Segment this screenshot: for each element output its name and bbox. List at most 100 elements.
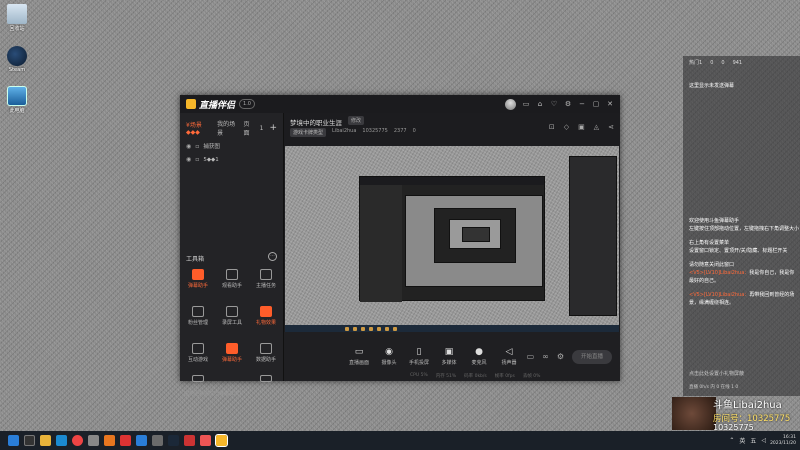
go-live-button[interactable]: 开始直播 (572, 349, 612, 364)
app-icon[interactable] (120, 435, 131, 446)
clock[interactable]: 16:31 2023/11/20 (770, 435, 796, 447)
camera-overlay (672, 397, 716, 430)
bell-icon[interactable]: ◬ (594, 123, 599, 131)
streaming-app-taskbar-icon[interactable] (215, 434, 228, 447)
preview-capture-nested (405, 195, 543, 287)
record-icon[interactable]: ▭ (527, 352, 535, 361)
tool-item[interactable]: 弹幕助手 (184, 269, 212, 289)
eye-icon[interactable]: ◉ (186, 156, 191, 163)
source-item[interactable]: ◉ ▫ 5◆◆1 (180, 153, 283, 166)
screen-share-button[interactable]: ▭ 直播画面 (344, 347, 374, 366)
toolbox-more-button[interactable]: ··· (268, 252, 277, 261)
link-icon[interactable]: ∞ (542, 352, 549, 361)
chat-footer-stats: 直播 0h/s 内 0 在线 1 0 (689, 385, 739, 390)
watermark-line-1: 斗鱼Libai2hua (713, 400, 782, 411)
clock-date: 2023/11/20 (770, 440, 796, 446)
heart-icon[interactable]: ♡ (550, 100, 558, 108)
tool-item[interactable] (252, 375, 280, 384)
user-avatar[interactable] (505, 98, 516, 110)
scene-count: 1 (259, 124, 264, 132)
media-button[interactable]: ▣ 多媒体 (434, 347, 464, 366)
tool-label: 互动游戏 (187, 357, 208, 363)
lock-icon[interactable]: ▫ (195, 156, 199, 163)
close-icon[interactable]: ✕ (606, 100, 614, 108)
edge-icon[interactable] (56, 435, 67, 446)
tool-icon (260, 269, 272, 280)
shop-icon[interactable]: ⊡ (549, 123, 555, 131)
chrome-icon[interactable] (72, 435, 83, 446)
speaker-button[interactable]: ◁ 扬声器 (494, 347, 524, 366)
chat-text: 欢迎使用斗鱼弹幕助手 (689, 218, 740, 224)
tool-item[interactable]: 主播任务 (252, 269, 280, 289)
tool-icon (192, 306, 204, 317)
add-scene-button[interactable]: + (269, 123, 277, 133)
steam-desktop-icon[interactable]: Steam (4, 46, 30, 73)
tool-item[interactable]: 数据助手 (252, 343, 280, 363)
tool-item[interactable]: 粉丝管理 (184, 306, 212, 326)
start-icon[interactable] (8, 435, 19, 446)
tab-my-scene[interactable]: 我的场景 (217, 119, 237, 137)
tool-item[interactable]: 录屏工具 (218, 306, 246, 326)
tab-page[interactable]: 页面 (243, 119, 253, 137)
app-icon[interactable] (136, 435, 147, 446)
chat-message: 左键按住顶部拖动位置，左键拖拽右下角调整大小 (689, 226, 799, 234)
windows-taskbar: ⌃ 英 五 ◁ 16:31 2023/11/20 (0, 431, 800, 450)
screen-share-icon: ▭ (354, 347, 364, 357)
gift-icon[interactable]: ▣ (578, 123, 585, 131)
explorer-icon[interactable] (40, 435, 51, 446)
gear-icon[interactable]: ⚙ (557, 352, 564, 361)
chat-text: 设置窗口锁定、置顶开/关/隐藏、标题栏开关 (689, 248, 788, 254)
search-icon[interactable] (24, 435, 35, 446)
danmaku-chat-panel[interactable]: 热门1 0 0 941 这里显示未发送弹幕 欢迎使用斗鱼弹幕助手 左键按住顶部拖… (683, 56, 800, 396)
speaker-icon: ◁ (505, 347, 513, 357)
recycle-bin-desktop-icon[interactable]: 回收站 (4, 4, 30, 32)
chat-fans: 0 (710, 59, 714, 66)
tool-label: 礼物效果 (255, 320, 276, 326)
tool-item[interactable] (184, 375, 212, 384)
edit-title-button[interactable]: 修改 (348, 116, 365, 125)
camera-icon: ◉ (385, 347, 393, 357)
phone-cast-button[interactable]: ▯ 手机投屏 (404, 347, 434, 366)
version-badge[interactable]: 1.0 (239, 99, 255, 109)
stream-preview[interactable] (285, 146, 619, 332)
chat-input-hint[interactable]: 点击此处设置小礼物屏蔽 (689, 370, 744, 377)
chat-message: 请勿随意关闭此窗口 (689, 262, 799, 270)
monitor-app-desktop-icon[interactable]: 此电脑 (4, 86, 30, 114)
lock-icon[interactable]: ▫ (195, 143, 199, 150)
tool-item[interactable]: 互动游戏 (184, 343, 212, 363)
camera-button[interactable]: ◉ 摄像头 (374, 347, 404, 366)
tool-icon (260, 306, 272, 317)
app-icon[interactable] (184, 435, 195, 446)
tool-item[interactable]: 弹幕助手 (218, 343, 246, 363)
source-item[interactable]: ◉ ▫ 捕获图 (180, 139, 283, 153)
share-icon[interactable]: ⋖ (608, 123, 614, 131)
message-icon[interactable]: ▭ (522, 100, 530, 108)
tray-label[interactable]: 五 (750, 436, 756, 445)
shirt-icon[interactable]: ⌂ (536, 100, 544, 108)
room-category[interactable]: 游戏卡牌类型 (290, 128, 327, 137)
volume-icon[interactable]: ◁ (761, 437, 766, 444)
app-icon[interactable] (152, 435, 163, 446)
mic-button[interactable]: ● 麦克风 (464, 347, 494, 366)
tool-icon (192, 343, 204, 354)
phone-icon: ▯ (416, 347, 422, 357)
tool-icon (226, 343, 238, 354)
chat-first-line: 这里显示未发送弹幕 (689, 83, 735, 89)
maximize-icon[interactable]: ▢ (592, 100, 600, 108)
settings-icon[interactable]: ⚙ (564, 100, 572, 108)
tray-label[interactable]: 英 (739, 436, 745, 445)
room-id: 10325775 (362, 128, 388, 134)
app-icon[interactable] (88, 435, 99, 446)
tray-chevron-icon[interactable]: ⌃ (729, 437, 734, 444)
tab-scene-active[interactable]: ¥场景◆◆◆ (186, 120, 211, 136)
tool-item[interactable]: 礼物效果 (252, 306, 280, 326)
steam-taskbar-icon[interactable] (168, 435, 179, 446)
eye-icon[interactable]: ◉ (186, 143, 191, 150)
minimize-icon[interactable]: − (578, 100, 586, 108)
app-icon[interactable] (200, 435, 211, 446)
room-title[interactable]: 梦境中的职业生涯 (290, 117, 342, 127)
shield-icon[interactable]: ◇ (564, 123, 569, 131)
chat-nick: <V5>[LV10]Libai2hua： (689, 270, 750, 276)
tool-item[interactable]: 观看助手 (218, 269, 246, 289)
app-icon[interactable] (104, 435, 115, 446)
